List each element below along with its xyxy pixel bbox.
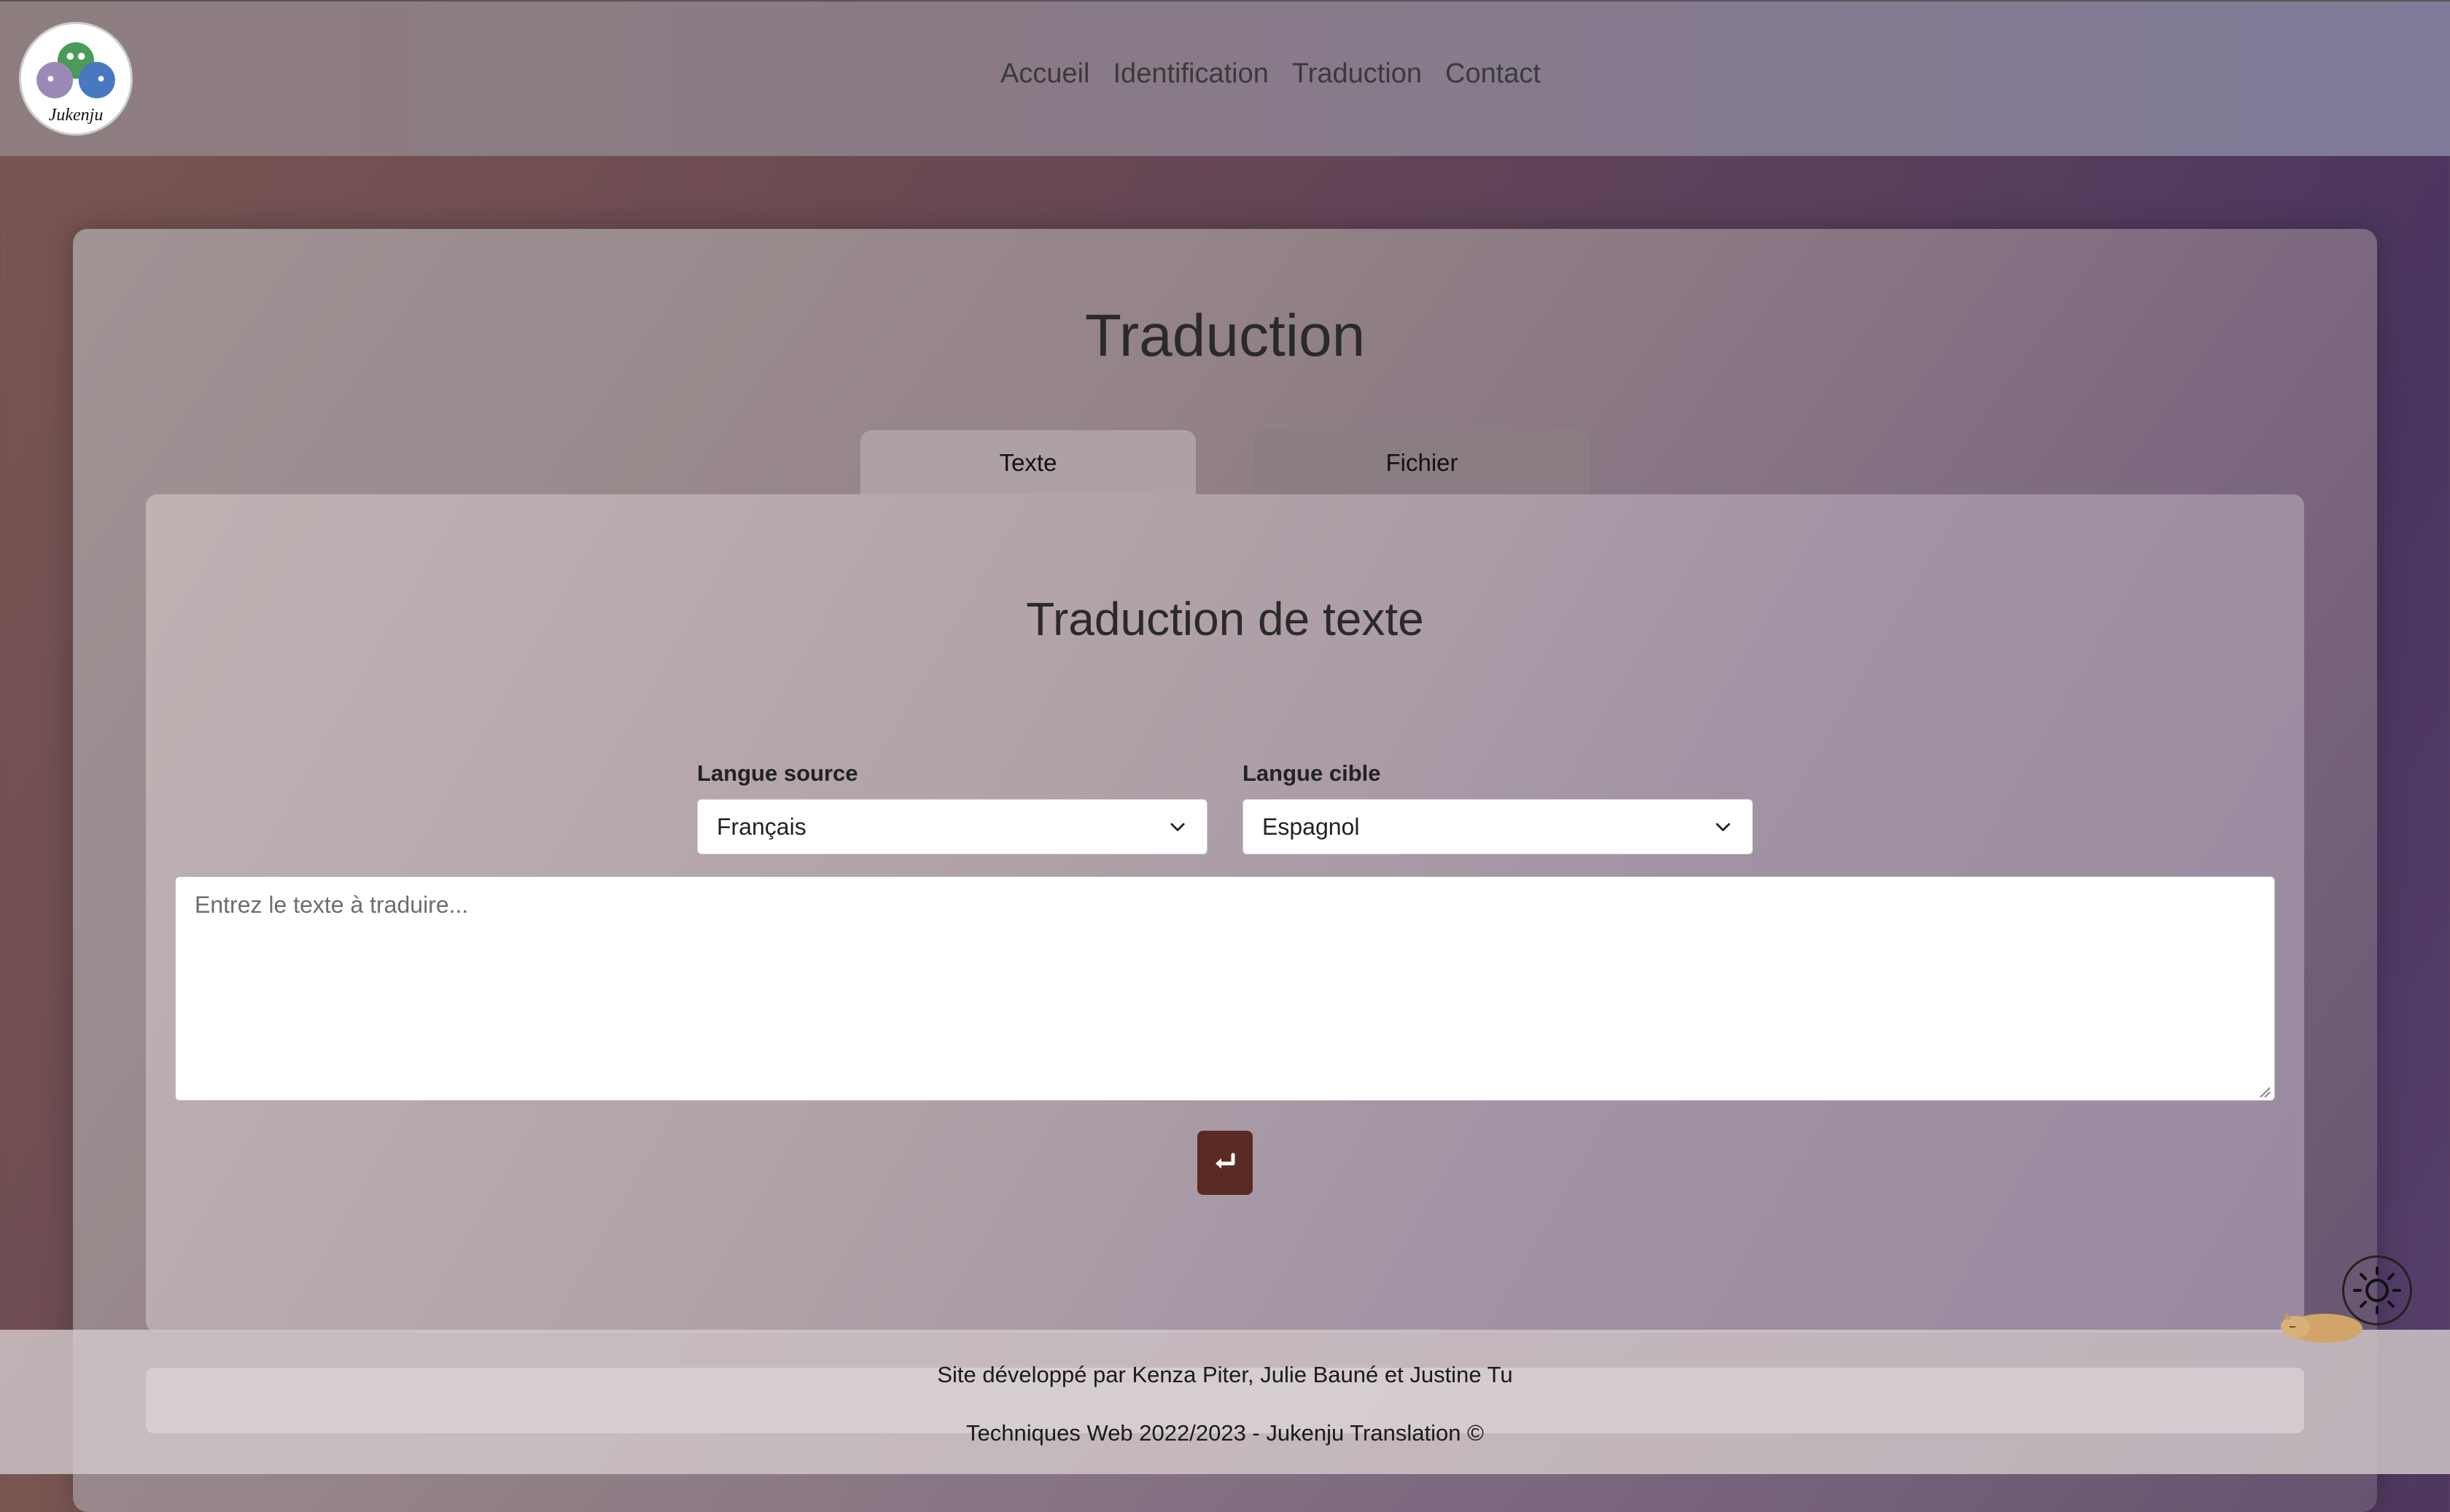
enter-return-icon (1216, 1153, 1235, 1169)
chevron-down-icon (1716, 823, 1730, 832)
card-title: Traduction de texte (1026, 593, 1424, 645)
site-logo[interactable]: Jukenju (19, 22, 133, 136)
source-language-value: Français (717, 813, 806, 840)
source-language-select[interactable]: Français (697, 799, 1208, 854)
tab-texte[interactable]: Texte (860, 430, 1196, 496)
sun-icon (2353, 1266, 2401, 1314)
tab-fichier[interactable]: Fichier (1254, 430, 1590, 496)
translate-submit-button[interactable] (1197, 1131, 1253, 1195)
target-language-label: Langue cible (1242, 760, 1381, 786)
chevron-down-icon (1170, 823, 1185, 832)
target-language-value: Espagnol (1262, 813, 1360, 840)
page-title: Traduction (1084, 303, 1366, 369)
source-text-input[interactable] (175, 876, 2275, 1101)
resize-handle-icon[interactable] (2258, 1085, 2271, 1098)
main-nav: Accueil Identification Traduction Contac… (1000, 58, 1541, 90)
nav-link-identification[interactable]: Identification (1113, 58, 1269, 90)
nav-link-contact[interactable]: Contact (1445, 58, 1541, 90)
footer-credits: Site développé par Kenza Piter, Julie Ba… (937, 1362, 1513, 1387)
theme-toggle-button[interactable] (2342, 1255, 2412, 1325)
target-language-select[interactable]: Espagnol (1242, 799, 1753, 854)
footer-copyright: Techniques Web 2022/2023 - Jukenju Trans… (966, 1420, 1484, 1446)
site-header: Jukenju Accueil Identification Traductio… (0, 0, 2450, 156)
logo-text: Jukenju (48, 106, 104, 125)
nav-link-accueil[interactable]: Accueil (1000, 58, 1090, 90)
source-language-label: Langue source (697, 760, 858, 786)
nav-link-traduction[interactable]: Traduction (1292, 58, 1422, 90)
